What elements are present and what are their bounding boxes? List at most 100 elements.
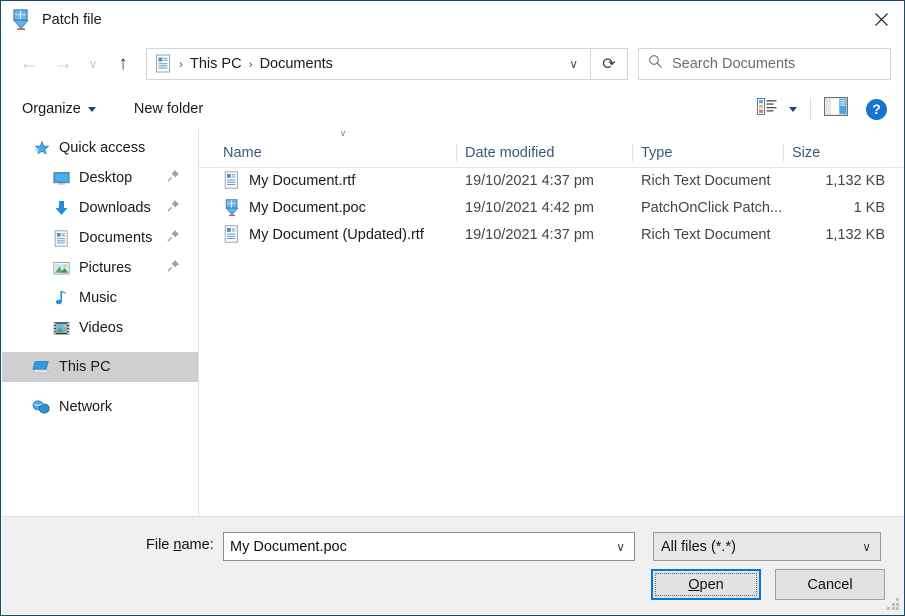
column-divider[interactable] [783,143,784,162]
window-title: Patch file [42,11,102,28]
resize-grip[interactable] [887,598,900,611]
patch-file-dialog: Patch file ← → ∨ ↑ › This PC › Documents… [0,0,905,616]
sidebar-item-downloads[interactable]: Downloads [2,193,198,223]
back-icon[interactable]: ← [12,47,46,81]
file-type: Rich Text Document [641,172,771,189]
history-dropdown-icon[interactable]: ∨ [80,47,106,81]
file-list-pane: ∨ Name Date modified Type Size My Docume… [199,129,904,516]
sidebar-item-label: Network [59,399,113,415]
sidebar-item-label: Pictures [79,260,132,276]
pin-icon[interactable] [167,169,180,187]
column-header-row: Name Date modified Type Size [199,138,904,168]
file-type-filter-select[interactable]: All files (*.*) ∨ [653,532,881,561]
new-folder-label: New folder [133,101,204,117]
sidebar-item-label: Desktop [79,170,133,186]
videos-icon [52,319,70,337]
organize-button[interactable]: Organize [22,101,96,117]
file-size: 1,132 KB [825,172,885,189]
file-rows: My Document.rtf 19/10/2021 4:37 pm Rich … [199,167,904,248]
this-pc-icon [32,358,50,376]
documents-folder-icon [155,54,172,73]
network-icon [32,398,50,416]
sidebar-item-label: Videos [79,320,124,336]
file-type-filter-value: All files (*.*) [661,538,736,555]
search-placeholder: Search Documents [672,55,796,72]
command-toolbar: Organize New folder ? [2,89,904,129]
sidebar-item-desktop[interactable]: Desktop [2,163,198,193]
preview-pane-button[interactable] [824,97,848,121]
sidebar-item-videos[interactable]: Videos [2,313,198,343]
table-row[interactable]: My Document.poc 19/10/2021 4:42 pm Patch… [199,194,904,221]
file-name-label-post: ame: [181,537,214,553]
file-date: 19/10/2021 4:37 pm [465,226,594,243]
sort-indicator-icon: ∨ [339,129,347,138]
search-input[interactable]: Search Documents [638,47,891,80]
close-button[interactable] [858,1,904,37]
star-icon [32,139,50,157]
sidebar-item-label: Downloads [79,200,151,216]
file-type: Rich Text Document [641,226,771,243]
toolbar-divider [810,98,811,120]
sidebar-item-documents[interactable]: Documents [2,223,198,253]
sidebar-item-pictures[interactable]: Pictures [2,253,198,283]
breadcrumb-item-documents[interactable]: Documents [260,56,333,72]
new-folder-button[interactable]: New folder [134,101,203,117]
up-icon[interactable]: ↑ [106,47,140,81]
breadcrumb[interactable]: › This PC › Documents ∨ [146,47,591,80]
file-name-value: My Document.poc [230,538,347,555]
download-icon [52,199,70,217]
pin-icon[interactable] [167,259,180,277]
view-list-icon [757,98,777,120]
chevron-down-icon[interactable]: ∨ [862,540,871,554]
breadcrumb-separator-2: › [248,56,253,71]
file-date: 19/10/2021 4:42 pm [465,199,594,216]
sidebar-item-this-pc[interactable]: This PC [2,352,198,382]
chevron-down-icon[interactable]: ∨ [616,540,625,554]
view-options-button[interactable] [757,98,797,120]
file-name-input[interactable]: My Document.poc ∨ [223,532,635,561]
column-divider[interactable] [632,143,633,162]
sidebar-item-music[interactable]: Music [2,283,198,313]
pictures-icon [52,259,70,277]
help-button[interactable]: ? [866,98,887,120]
title-bar: Patch file [1,1,904,38]
breadcrumb-item-this-pc[interactable]: This PC [190,56,242,72]
toolbar-right-group: ? [757,89,904,129]
file-size: 1,132 KB [825,226,885,243]
rtf-document-icon [223,171,241,191]
pin-icon[interactable] [167,229,180,247]
open-button[interactable]: Open [651,569,761,600]
rtf-document-icon [223,225,241,245]
sidebar-item-network[interactable]: Network [2,392,198,422]
documents-icon [52,229,70,247]
patch-file-icon [223,198,241,218]
navigation-sidebar: Quick access Desktop Downloads Documents… [2,129,198,516]
sidebar-item-label: This PC [59,359,111,375]
table-row[interactable]: My Document (Updated).rtf 19/10/2021 4:3… [199,221,904,248]
pin-icon[interactable] [167,199,180,217]
focus-indicator [655,573,757,596]
column-header-size[interactable]: Size [792,138,820,167]
cancel-button-label: Cancel [807,576,853,593]
column-divider[interactable] [456,143,457,162]
music-icon [52,289,70,307]
column-header-type[interactable]: Type [641,138,672,167]
file-name: My Document.rtf [249,172,356,189]
refresh-icon[interactable]: ⟳ [591,47,628,80]
chevron-down-icon[interactable]: ∨ [569,57,578,71]
cancel-button[interactable]: Cancel [775,569,885,600]
sidebar-item-label: Quick access [59,140,146,156]
sidebar-item-quick-access[interactable]: Quick access [2,133,198,163]
file-type: PatchOnClick Patch... [641,199,783,216]
sidebar-item-label: Music [79,290,117,306]
file-name: My Document (Updated).rtf [249,226,424,243]
dialog-footer [2,516,904,615]
chevron-down-icon [789,106,797,112]
table-row[interactable]: My Document.rtf 19/10/2021 4:37 pm Rich … [199,167,904,194]
file-name: My Document.poc [249,199,366,216]
forward-icon[interactable]: → [46,47,80,81]
column-header-date-modified[interactable]: Date modified [465,138,554,167]
breadcrumb-separator: › [179,56,183,71]
search-icon [648,54,663,74]
column-header-name[interactable]: Name [223,138,262,167]
